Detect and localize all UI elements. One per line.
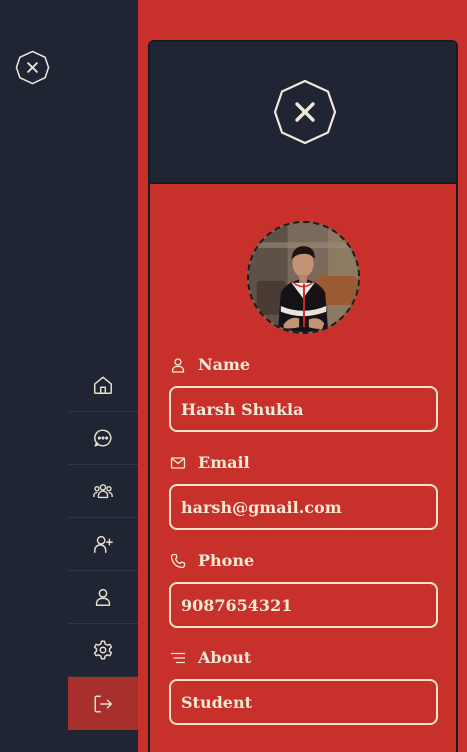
phone-icon (170, 553, 186, 568)
chat-icon (94, 429, 112, 447)
sidebar-item-add-user[interactable] (68, 518, 138, 571)
user-icon (95, 588, 111, 606)
settings-icon (93, 640, 113, 660)
profile-header (150, 42, 456, 184)
add-user-icon (94, 535, 113, 553)
sidebar (0, 0, 138, 752)
about-field[interactable] (169, 679, 438, 725)
sidebar-item-logout[interactable] (68, 677, 138, 730)
close-hexagon-icon[interactable] (272, 79, 338, 145)
sidebar-item-settings[interactable] (68, 624, 138, 677)
email-label-text: Email (198, 453, 250, 472)
email-label: Email (170, 453, 250, 472)
about-label: About (170, 648, 251, 667)
phone-label: Phone (170, 551, 254, 570)
sidebar-item-home[interactable] (68, 359, 138, 412)
sidebar-nav (68, 359, 138, 730)
sidebar-item-chats[interactable] (68, 412, 138, 465)
group-icon (93, 484, 113, 499)
sidebar-item-groups[interactable] (68, 465, 138, 518)
user-icon (171, 357, 185, 373)
home-icon (94, 376, 112, 394)
mail-icon (170, 456, 186, 469)
name-label: Name (170, 355, 250, 374)
avatar[interactable] (247, 221, 360, 334)
text-lines-icon (170, 652, 186, 663)
phone-label-text: Phone (198, 551, 255, 570)
profile-panel: Name Email Phone About (148, 40, 458, 752)
sidebar-item-profile[interactable] (68, 571, 138, 624)
email-field[interactable] (169, 484, 438, 530)
about-label-text: About (198, 648, 252, 667)
close-hexagon-icon[interactable] (15, 50, 50, 85)
profile-photo (249, 223, 358, 332)
name-label-text: Name (198, 355, 251, 374)
name-field[interactable] (169, 386, 438, 432)
logout-icon (94, 694, 112, 713)
phone-field[interactable] (169, 582, 438, 628)
